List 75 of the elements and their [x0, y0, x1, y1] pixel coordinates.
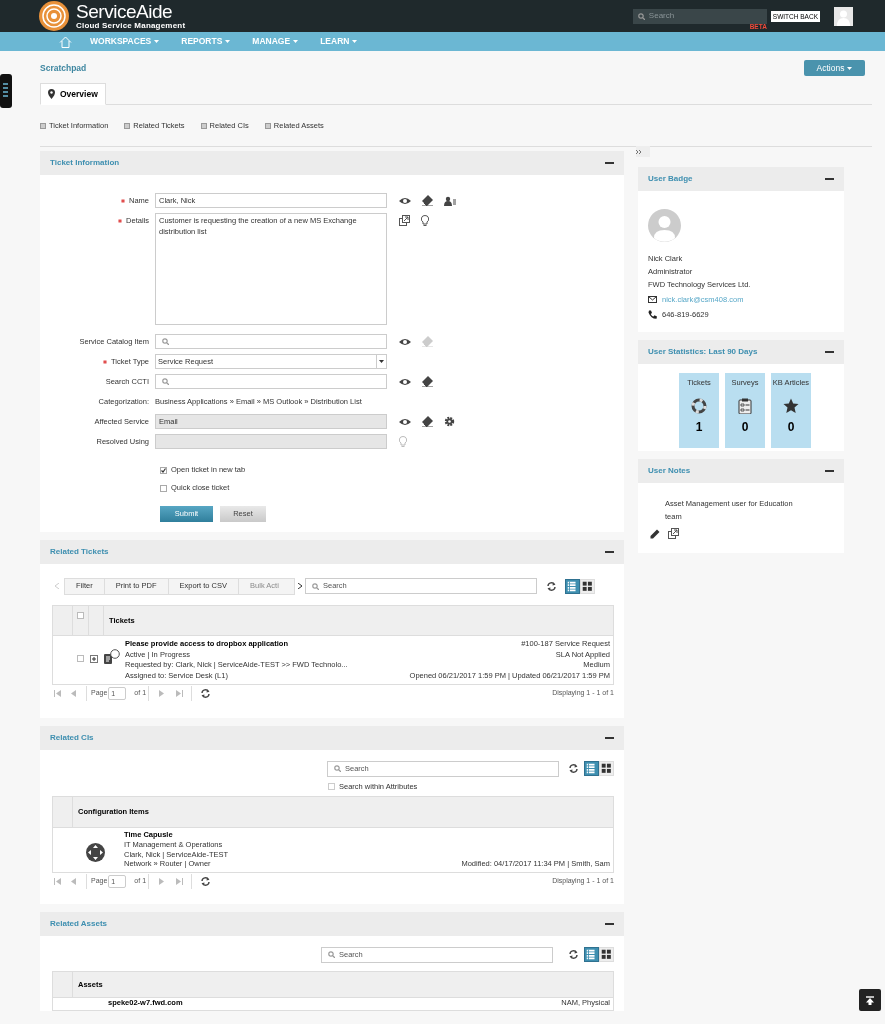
tab[interactable]: Overview [40, 83, 106, 105]
section-icon [264, 122, 271, 129]
caret-icon [352, 40, 358, 43]
section-icon [40, 122, 46, 129]
refresh-icon[interactable] [200, 876, 212, 887]
caret-icon [154, 40, 160, 43]
search-icon [162, 338, 169, 345]
refresh-icon[interactable] [568, 949, 579, 960]
refresh-icon[interactable] [568, 763, 579, 774]
logo-icon[interactable] [38, 0, 70, 32]
checkbox[interactable] [160, 466, 167, 474]
check-icon [161, 467, 166, 473]
grid-view-icon[interactable] [580, 578, 595, 594]
panel-title: User Statistics: Last 90 Days [648, 346, 758, 358]
phone-icon [648, 310, 657, 319]
router-icon [86, 843, 105, 862]
person-card-icon[interactable] [444, 195, 456, 206]
logo-subtitle: Cloud Service Management [76, 22, 186, 30]
expand-panel-button[interactable] [636, 146, 650, 157]
map-pin-icon [48, 89, 55, 99]
scroll-to-top-icon[interactable] [859, 989, 881, 1011]
expand-icon[interactable] [90, 655, 98, 663]
popout-icon[interactable] [668, 528, 679, 539]
lifebuoy-icon [691, 398, 707, 415]
double-chevron-icon [636, 149, 642, 154]
settings-icon[interactable] [444, 416, 455, 427]
section-icon [124, 122, 131, 129]
search-icon [312, 582, 319, 590]
checkbox[interactable] [77, 655, 84, 662]
search-icon [334, 765, 341, 772]
refresh-icon[interactable] [200, 688, 212, 699]
list-view-icon[interactable] [584, 761, 599, 776]
avatar-icon[interactable] [834, 6, 853, 26]
panel-title: User Badge [648, 173, 693, 185]
eraser-icon[interactable] [422, 416, 433, 427]
panel-title: Related Assets [50, 918, 108, 930]
page-title: Scratchpad [40, 61, 87, 75]
scroll-right-icon[interactable] [298, 583, 302, 589]
grid-view-icon[interactable] [599, 947, 614, 962]
caret-icon [293, 40, 299, 43]
caret-icon [379, 360, 384, 363]
list-view-icon[interactable] [565, 578, 580, 594]
panel-title: User Notes [648, 465, 691, 477]
ticket-type-icon [104, 649, 120, 665]
eye-icon[interactable] [399, 196, 411, 205]
eye-icon[interactable] [399, 337, 411, 346]
list-view-icon[interactable] [584, 947, 599, 962]
eraser-icon[interactable] [422, 376, 433, 387]
popout-icon[interactable] [399, 215, 410, 226]
eye-icon[interactable] [399, 377, 411, 386]
refresh-icon[interactable] [546, 580, 557, 592]
search-icon [162, 378, 169, 385]
caret-icon [225, 40, 231, 43]
clipboard-icon [737, 398, 753, 415]
avatar-icon [648, 209, 681, 242]
star-icon [783, 398, 799, 415]
eye-icon[interactable] [399, 417, 411, 426]
grid-view-icon[interactable] [599, 761, 614, 776]
panel-title: Related CIs [50, 732, 94, 744]
search-icon [328, 951, 335, 958]
lightbulb-icon[interactable] [421, 214, 429, 227]
caret-icon [847, 66, 853, 70]
sidebar-handle-icon[interactable] [0, 74, 12, 108]
search-field[interactable] [155, 374, 387, 389]
checkbox[interactable] [160, 484, 167, 492]
panel-title: Related Tickets [50, 546, 109, 558]
panel-title: Ticket Information [50, 157, 120, 169]
pencil-icon[interactable] [650, 528, 660, 539]
envelope-icon [648, 296, 657, 303]
section-icon [200, 122, 207, 129]
eraser-icon[interactable] [422, 195, 433, 206]
logo-title: ServiceAide [76, 2, 174, 22]
search-icon [637, 12, 645, 20]
search-field[interactable] [155, 334, 387, 349]
checkbox[interactable] [77, 612, 84, 619]
